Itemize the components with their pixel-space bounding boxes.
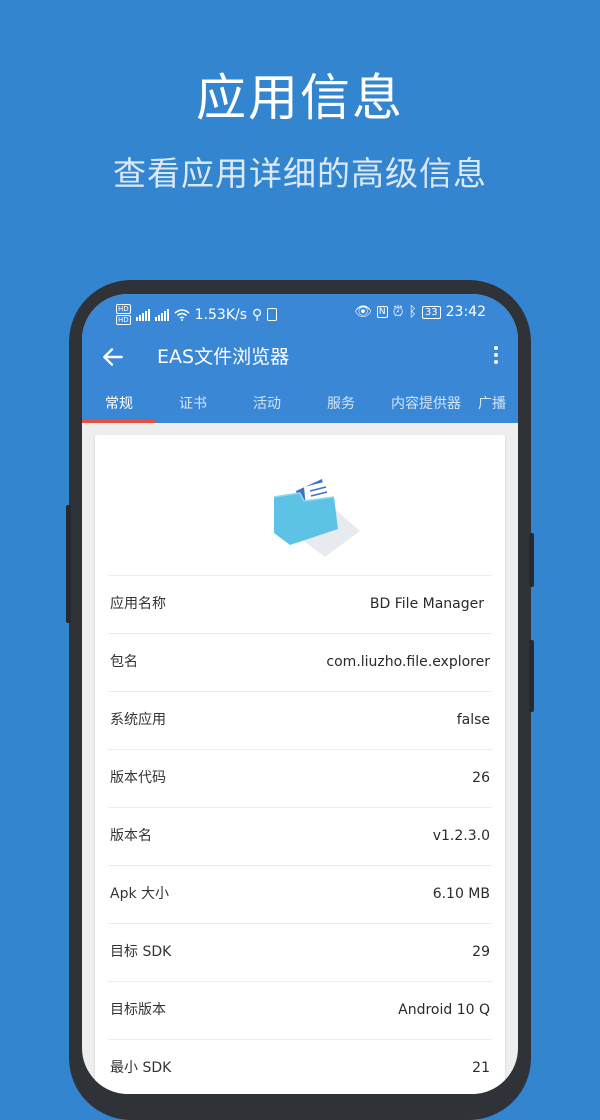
- promo-subline: 查看应用详细的高级信息: [113, 154, 487, 193]
- info-value: 29: [472, 944, 490, 960]
- phone-screen: HD HD 1.53K/s ⚲ 👁︎ N ⏰︎ ᛒ 33 23:42 EAS文件浏…: [82, 294, 518, 1094]
- hd-icon: HD HD: [116, 304, 131, 325]
- more-vert-icon[interactable]: [492, 346, 500, 368]
- phone-side-button: [66, 505, 71, 623]
- info-value: 26: [472, 770, 490, 786]
- tab-bar: 常规 证书 活动 服务 内容提供器 广播: [82, 387, 518, 423]
- tab-activities[interactable]: 活动: [230, 387, 304, 423]
- tab-services[interactable]: 服务: [304, 387, 378, 423]
- info-key: 目标版本: [110, 1002, 166, 1018]
- info-value: 6.10 MB: [432, 886, 490, 902]
- info-key: 包名: [110, 654, 138, 670]
- signal-icon: [154, 308, 169, 321]
- tab-receivers[interactable]: 广播: [474, 387, 518, 423]
- back-arrow-icon[interactable]: [100, 344, 126, 370]
- info-row-target-sdk: 目标 SDK 29: [108, 923, 492, 981]
- info-value: BD File Manager: [369, 596, 484, 612]
- info-key: Apk 大小: [110, 886, 170, 902]
- network-speed: 1.53K/s: [194, 306, 248, 323]
- promo-headline: 应用信息: [196, 69, 404, 127]
- wifi-icon: [174, 308, 190, 321]
- info-row-system-app: 系统应用 false: [108, 691, 492, 749]
- phone-side-button: [529, 533, 534, 587]
- clock: 23:42: [445, 304, 486, 320]
- info-key: 系统应用: [110, 712, 166, 728]
- tab-general[interactable]: 常规: [82, 387, 156, 423]
- info-row-app-name: 应用名称 BD File Manager: [108, 575, 492, 633]
- alarm-icon: ⏰︎: [392, 304, 404, 320]
- info-row-package: 包名 com.liuzho.file.explorer: [108, 633, 492, 691]
- info-row-version-code: 版本代码 26: [108, 749, 492, 807]
- tab-certificate[interactable]: 证书: [156, 387, 230, 423]
- info-key: 应用名称: [110, 596, 166, 612]
- app-bar: HD HD 1.53K/s ⚲ 👁︎ N ⏰︎ ᛒ 33 23:42 EAS文件浏…: [82, 294, 518, 423]
- phone-side-button: [529, 640, 534, 712]
- info-card: 应用名称 BD File Manager 包名 com.liuzho.file.…: [95, 435, 505, 1094]
- info-value: 21: [472, 1060, 490, 1076]
- status-bar: HD HD 1.53K/s ⚲ 👁︎ N ⏰︎ ᛒ 33 23:42: [82, 294, 518, 332]
- info-value: v1.2.3.0: [432, 828, 490, 844]
- usb-icon: ⚲: [252, 306, 263, 323]
- bluetooth-icon: ᛒ: [408, 304, 417, 320]
- tab-providers[interactable]: 内容提供器: [378, 387, 474, 423]
- info-row-target-version: 目标版本 Android 10 Q: [108, 981, 492, 1039]
- info-row-apk-size: Apk 大小 6.10 MB: [108, 865, 492, 923]
- info-value: false: [456, 712, 490, 728]
- nfc-icon: N: [376, 306, 388, 318]
- info-row-version-name: 版本名 v1.2.3.0: [108, 807, 492, 865]
- toolbar: EAS文件浏览器: [82, 334, 518, 380]
- app-logo-icon: [273, 479, 360, 557]
- info-value: Android 10 Q: [398, 1002, 490, 1018]
- battery-icon: 33: [421, 305, 441, 319]
- screenshot-icon: [267, 308, 278, 321]
- signal-icon: [135, 308, 150, 321]
- info-key: 版本名: [110, 828, 152, 844]
- info-key: 目标 SDK: [110, 944, 172, 960]
- info-key: 最小 SDK: [110, 1060, 172, 1076]
- info-key: 版本代码: [110, 770, 166, 786]
- eye-icon: 👁︎: [354, 304, 372, 320]
- info-value: com.liuzho.file.explorer: [326, 654, 490, 670]
- toolbar-title: EAS文件浏览器: [157, 346, 290, 368]
- info-list: 应用名称 BD File Manager 包名 com.liuzho.file.…: [108, 575, 492, 1094]
